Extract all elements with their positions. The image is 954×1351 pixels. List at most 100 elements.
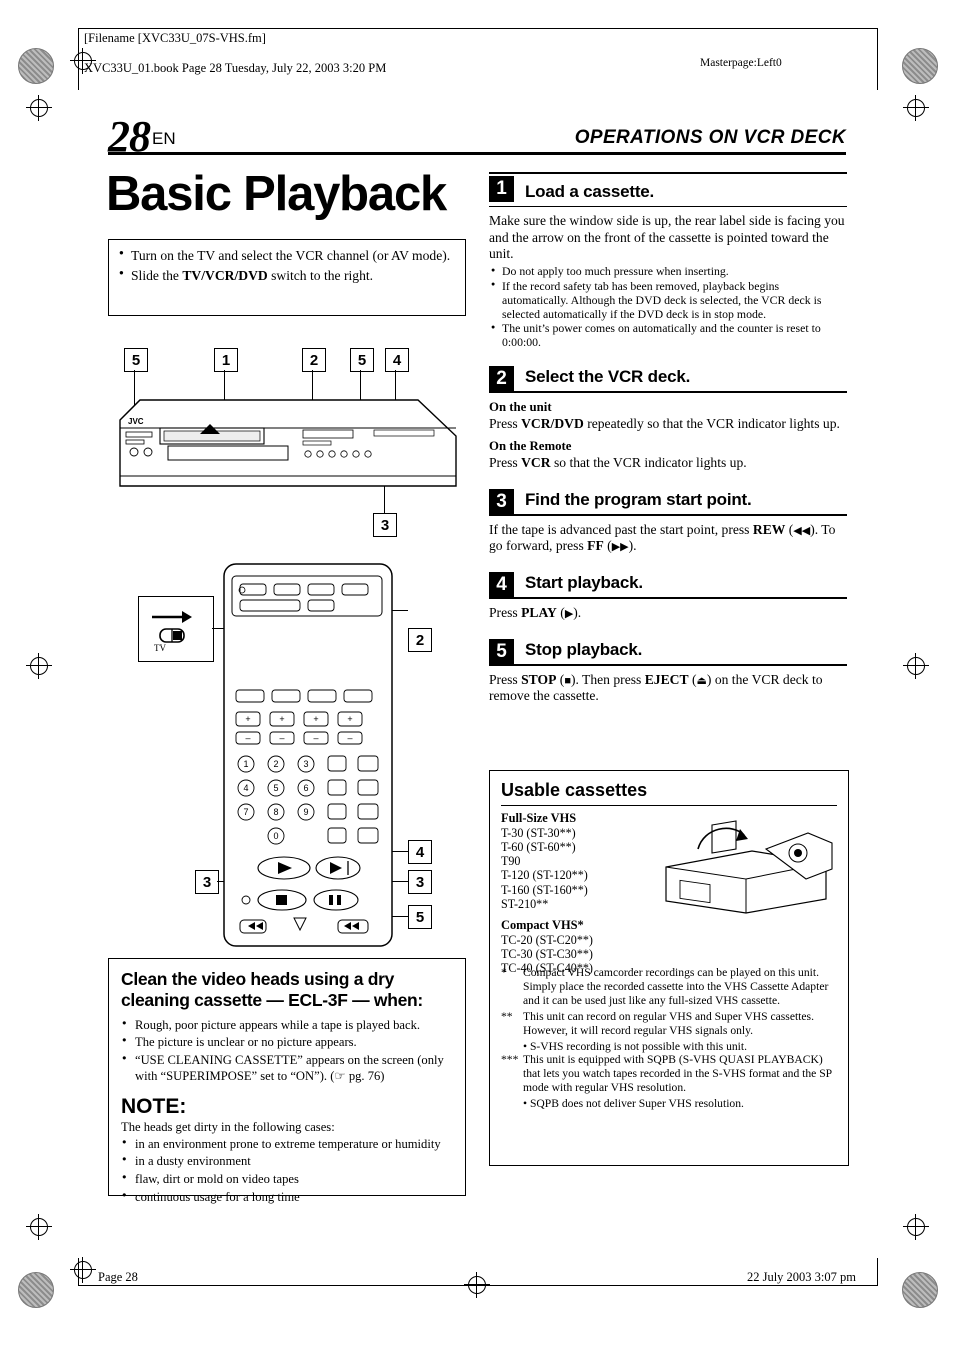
step-5-title: Stop playback. xyxy=(525,640,643,660)
step-4-rule xyxy=(489,597,847,599)
usable-g2-item-2: TC-30 (ST-C30**) xyxy=(501,947,593,962)
step-1-bullet-2: If the record safety tab has been remove… xyxy=(491,279,847,321)
callout-deck-2: 2 xyxy=(302,348,326,372)
footer-rule-left xyxy=(78,1258,79,1286)
note-item-1: in an environment prone to extreme tempe… xyxy=(122,1137,453,1153)
svg-text:–: – xyxy=(313,733,318,743)
step-1-bullet-3: The unit’s power comes on automatically … xyxy=(491,322,847,350)
svg-text:+: + xyxy=(245,714,250,724)
step-3-number: 3 xyxy=(489,489,514,516)
intro-item-1: Turn on the TV and select the VCR channe… xyxy=(119,248,455,265)
callout-remote-4: 4 xyxy=(408,840,432,864)
step-4-number: 4 xyxy=(489,572,514,599)
svg-text:–: – xyxy=(245,733,250,743)
registration-mark-top-right xyxy=(902,48,938,84)
usable-group2-head: Compact VHS* xyxy=(501,918,584,933)
crop-mark-left-bottom xyxy=(26,1214,52,1240)
svg-text:6: 6 xyxy=(303,783,308,793)
step-3-title: Find the program start point. xyxy=(525,490,752,510)
usable-cassettes-box: Usable cassettes Full-Size VHS T-30 (ST-… xyxy=(489,770,849,1166)
usable-g1-item-3: T90 xyxy=(501,854,521,869)
usable-g1-item-4: T-120 (ST-120**) xyxy=(501,868,588,883)
usable-group1-head: Full-Size VHS xyxy=(501,811,577,825)
page-language: EN xyxy=(152,129,176,148)
step-2-sub2-head: On the Remote xyxy=(489,438,572,453)
note-item-4: continuous usage for a long time xyxy=(122,1190,453,1206)
usable-g1-item-1: T-30 (ST-30**) xyxy=(501,825,576,840)
callout-deck-5b: 5 xyxy=(350,348,374,372)
footer-rule-right xyxy=(877,1258,878,1286)
footer-rule xyxy=(78,1285,878,1286)
step-4-body: Press PLAY (▶). xyxy=(489,604,582,620)
crop-mark-right-mid xyxy=(903,653,929,679)
svg-text:2: 2 xyxy=(273,759,278,769)
footer-timestamp: 22 July 2003 3:07 pm xyxy=(746,1270,856,1284)
footnote-5-text: • SQPB does not deliver Super VHS resolu… xyxy=(523,1097,744,1111)
footer-page-label: Page 28 xyxy=(98,1270,138,1284)
registration-mark-bottom-right xyxy=(902,1272,938,1308)
step-2-sub2-body: Press VCR so that the VCR indicator ligh… xyxy=(489,454,747,470)
step-3-body: If the tape is advanced past the start p… xyxy=(489,521,836,554)
usable-g1-item-2: T-60 (ST-60**) xyxy=(501,839,576,854)
usable-rule xyxy=(501,805,837,807)
step-5: 5 Stop playback. Press STOP (■). Then pr… xyxy=(489,635,847,704)
footnote-1-text: Compact VHS camcorder recordings can be … xyxy=(523,966,829,1007)
note-intro: The heads get dirty in the following cas… xyxy=(121,1119,335,1134)
svg-text:5: 5 xyxy=(273,783,278,793)
usable-cassettes-title: Usable cassettes xyxy=(501,780,648,800)
svg-text:0: 0 xyxy=(273,831,278,841)
callout-deck-1: 1 xyxy=(214,348,238,372)
callout-remote-3-left: 3 xyxy=(195,870,219,894)
callout-deck-3: 3 xyxy=(373,513,397,537)
step-2-title: Select the VCR deck. xyxy=(525,366,691,386)
step-1-rule xyxy=(489,205,847,208)
step-2-sub1-body: Press VCR/DVD repeatedly so that the VCR… xyxy=(489,415,840,431)
footnote-2: ** This unit can record on regular VHS an… xyxy=(501,1010,837,1038)
step-1-bullet-1: Do not apply too much pressure when inse… xyxy=(491,264,847,279)
callout-remote-3-right: 3 xyxy=(408,870,432,894)
registration-mark-top-left xyxy=(18,48,54,84)
step-2-rule xyxy=(489,390,847,393)
svg-text:3: 3 xyxy=(303,759,308,769)
intro-item-1-text: Turn on the TV and select the VCR channe… xyxy=(131,248,451,263)
step-5-rule xyxy=(489,664,847,666)
clean-heads-item-2: The picture is unclear or no picture app… xyxy=(122,1035,453,1051)
svg-text:+: + xyxy=(347,714,352,724)
step-2-number: 2 xyxy=(489,365,514,392)
step-3-rule xyxy=(489,514,847,516)
svg-text:TV: TV xyxy=(154,643,166,653)
step-1-title: Load a cassette. xyxy=(525,181,655,201)
crop-mark-right-bottom xyxy=(903,1214,929,1240)
step-1-body: Make sure the window side is up, the rea… xyxy=(489,213,845,261)
clean-heads-box: Clean the video heads using a dry cleani… xyxy=(108,958,466,1204)
step-2-sub1-head: On the unit xyxy=(489,399,552,414)
callout-remote-5: 5 xyxy=(408,905,432,929)
footnote-1: * Compact VHS camcorder recordings can be… xyxy=(501,966,837,1008)
header-rule-left xyxy=(78,28,79,90)
step-2: 2 Select the VCR deck. On the unit Press… xyxy=(489,362,847,471)
svg-text:+: + xyxy=(313,714,318,724)
cassette-adapter-illustration xyxy=(665,820,833,914)
step-4-title: Start playback. xyxy=(525,573,643,593)
step-5-number: 5 xyxy=(489,639,514,666)
callout-deck-4: 4 xyxy=(385,348,409,372)
crop-mark-left-top xyxy=(26,95,52,121)
svg-text:1: 1 xyxy=(243,759,248,769)
callout-remote-2: 2 xyxy=(408,628,432,652)
usable-list-column: Full-Size VHS T-30 (ST-30**) T-60 (ST-60… xyxy=(501,811,651,976)
intro-box: Turn on the TV and select the VCR channe… xyxy=(108,239,466,316)
step-4: 4 Start playback. Press PLAY (▶). xyxy=(489,568,847,621)
footnote-1-mark: * xyxy=(501,966,507,979)
vcr-deck-illustration: JVC xyxy=(119,399,457,487)
crop-mark-left-mid xyxy=(26,653,52,679)
svg-text:+: + xyxy=(279,714,284,724)
svg-text:–: – xyxy=(279,733,284,743)
usable-g1-item-6: ST-210** xyxy=(501,896,549,911)
footnote-4-mark: *** xyxy=(501,1053,519,1067)
footnote-4: *** This unit is equipped with SQPB (S-VH… xyxy=(501,1053,837,1095)
clean-heads-heading: Clean the video heads using a dry cleani… xyxy=(121,969,423,1011)
footnote-3-text: • S-VHS recording is not possible with t… xyxy=(523,1039,748,1053)
usable-g1-item-5: T-160 (ST-160**) xyxy=(501,882,588,897)
header-rule-right xyxy=(877,28,878,90)
callout-deck-5a: 5 xyxy=(124,348,148,372)
